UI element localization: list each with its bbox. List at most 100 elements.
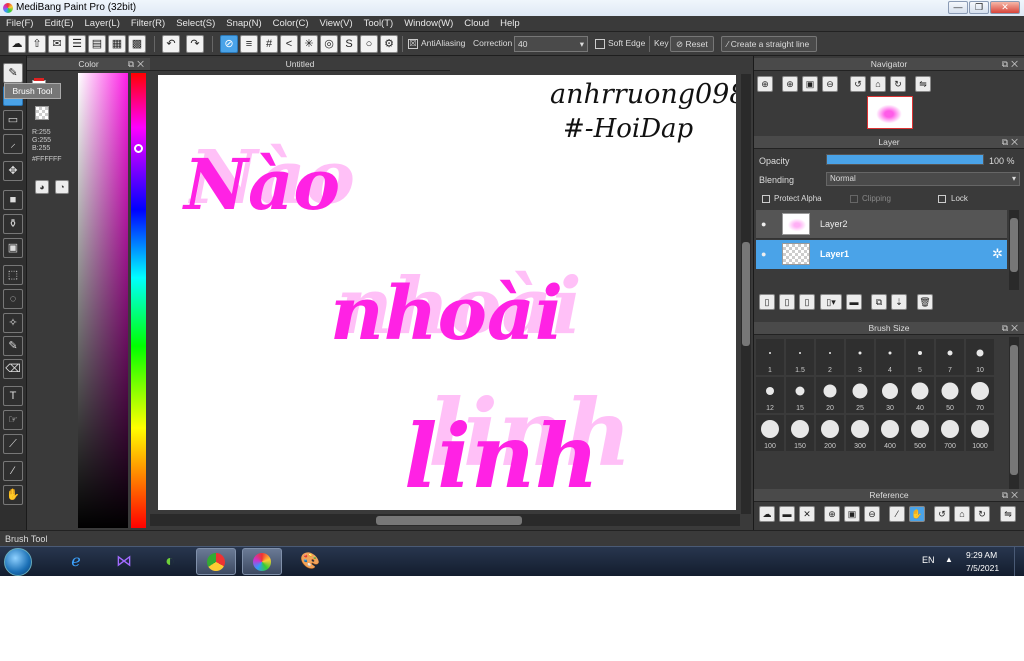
brush-size-cell[interactable]: 50: [935, 376, 965, 414]
menu-color[interactable]: Color(C): [267, 16, 314, 32]
snap-off-icon[interactable]: ⊘: [220, 35, 238, 53]
move-tool-icon[interactable]: ✥: [3, 161, 23, 181]
menu-select[interactable]: Select(S): [170, 16, 220, 32]
rect-fill-icon[interactable]: ■: [3, 190, 23, 210]
brush-size-cell[interactable]: 400: [875, 414, 905, 452]
brush-size-cell[interactable]: 20: [815, 376, 845, 414]
chrome-icon[interactable]: [196, 548, 236, 575]
bucket-icon[interactable]: ⚱: [3, 214, 23, 234]
menu-snap[interactable]: Snap(N): [220, 16, 266, 32]
select-eraser-icon[interactable]: ⌫: [3, 359, 23, 379]
reference-eyedropper-icon[interactable]: ⁄: [889, 506, 905, 522]
rotate-right-icon[interactable]: ↻: [890, 76, 906, 92]
eye-icon[interactable]: ●: [761, 219, 766, 229]
panel-close-icon[interactable]: ⧉✕: [1002, 489, 1021, 502]
reference-cloud-icon[interactable]: ☁: [759, 506, 775, 522]
share-icon[interactable]: ⇧: [28, 35, 46, 53]
grid-icon[interactable]: ▩: [128, 35, 146, 53]
opacity-slider[interactable]: [826, 154, 984, 165]
circle-snap-icon[interactable]: ◎: [320, 35, 338, 53]
horizontal-scrollbar[interactable]: [150, 514, 740, 526]
brush-size-cell[interactable]: 200: [815, 414, 845, 452]
brush-tool-icon[interactable]: ✎: [3, 63, 23, 83]
flip-icon[interactable]: ⇋: [915, 76, 931, 92]
minimize-button[interactable]: —: [948, 1, 968, 14]
visual-studio-icon[interactable]: ⋈: [104, 548, 144, 575]
document-tab[interactable]: Untitled: [150, 58, 450, 71]
menu-cloud[interactable]: Cloud: [458, 16, 494, 32]
magic-wand-icon[interactable]: ✧: [3, 313, 23, 333]
soft-edge-checkbox[interactable]: [595, 39, 605, 49]
menu-layer[interactable]: Layer(L): [79, 16, 125, 32]
coccoc-icon[interactable]: ◐: [150, 548, 190, 575]
brush-size-cell[interactable]: 15: [785, 376, 815, 414]
layer-scroll-thumb[interactable]: [1010, 218, 1018, 272]
vertical-scrollbar[interactable]: [741, 74, 751, 514]
rotate-left-icon[interactable]: ↺: [850, 76, 866, 92]
duplicate-layer-icon[interactable]: ⧉: [871, 294, 887, 310]
close-reference-icon[interactable]: ✕: [799, 506, 815, 522]
reset-view-icon[interactable]: ⌂: [870, 76, 886, 92]
hue-slider[interactable]: [131, 73, 146, 528]
show-desktop-button[interactable]: [1014, 547, 1024, 576]
hue-handle[interactable]: [134, 144, 143, 153]
brush-size-cell[interactable]: 10: [965, 338, 995, 376]
brush-size-cell[interactable]: 4: [875, 338, 905, 376]
menu-file[interactable]: File(F): [0, 16, 38, 32]
menu-window[interactable]: Window(W): [398, 16, 458, 32]
fit-icon[interactable]: ▣: [802, 76, 818, 92]
layer-scrollbar[interactable]: [1009, 210, 1019, 290]
background-color-swatch[interactable]: [35, 106, 49, 120]
select-rect-icon[interactable]: ⬚: [3, 265, 23, 285]
grid-list-icon[interactable]: ▦: [108, 35, 126, 53]
reference-reset-icon[interactable]: ⌂: [954, 506, 970, 522]
eraser-tool-icon[interactable]: ▭: [3, 110, 23, 130]
color-picker-icon[interactable]: ◔: [55, 180, 69, 194]
brush-size-cell[interactable]: 1000: [965, 414, 995, 452]
merge-down-icon[interactable]: ⇣: [891, 294, 907, 310]
panel-close-icon[interactable]: ⧉✕: [1002, 136, 1021, 149]
brush-size-cell[interactable]: 300: [845, 414, 875, 452]
menu-view[interactable]: View(V): [314, 16, 358, 32]
gear-icon[interactable]: ✲: [992, 246, 1003, 262]
comment-icon[interactable]: ✉: [48, 35, 66, 53]
brush-size-cell[interactable]: 7: [935, 338, 965, 376]
antialiasing-checkbox[interactable]: ☒: [408, 39, 418, 49]
zoom-in-icon[interactable]: ⊕: [782, 76, 798, 92]
language-indicator[interactable]: EN: [922, 555, 935, 565]
blending-select[interactable]: Normal ▾: [826, 172, 1020, 186]
new-layer-icon[interactable]: ▯: [759, 294, 775, 310]
palette-icon[interactable]: ◕: [35, 180, 49, 194]
vertical-scroll-thumb[interactable]: [742, 242, 750, 346]
horizontal-scroll-thumb[interactable]: [376, 516, 522, 525]
parallel-snap-icon[interactable]: ≡: [240, 35, 258, 53]
reference-hand-icon[interactable]: ✋: [909, 506, 925, 522]
brush-size-cell[interactable]: 30: [875, 376, 905, 414]
brush-size-cell[interactable]: 2: [815, 338, 845, 376]
reference-rotate-left-icon[interactable]: ↺: [934, 506, 950, 522]
lock-checkbox[interactable]: [938, 195, 946, 203]
panel-close-icon[interactable]: ⧉✕: [128, 58, 147, 71]
start-button[interactable]: [4, 548, 32, 576]
reset-button[interactable]: ⊘ Reset: [670, 36, 714, 52]
select-pen-icon[interactable]: ✎: [3, 336, 23, 356]
ellipse-snap-icon[interactable]: ○: [360, 35, 378, 53]
folder-icon[interactable]: ▬: [846, 294, 862, 310]
redo-icon[interactable]: ↷: [186, 35, 204, 53]
brush-size-cell[interactable]: 100: [755, 414, 785, 452]
zoom-out-icon[interactable]: ⊖: [822, 76, 838, 92]
saturation-value-field[interactable]: [78, 73, 128, 528]
brush-size-cell[interactable]: 1: [755, 338, 785, 376]
menu-help[interactable]: Help: [494, 16, 525, 32]
reference-rotate-right-icon[interactable]: ↻: [974, 506, 990, 522]
layer-row[interactable]: ● Layer2: [756, 210, 1007, 239]
layer-row-selected[interactable]: ● Layer1 ✲: [756, 240, 1007, 269]
chat-icon[interactable]: ☰: [68, 35, 86, 53]
open-folder-icon[interactable]: ▬: [779, 506, 795, 522]
cloud-icon[interactable]: ☁: [8, 35, 26, 53]
new-halftone-layer-icon[interactable]: ▯: [799, 294, 815, 310]
add-layer-menu-icon[interactable]: ▯▾: [820, 294, 842, 310]
brush-size-cell[interactable]: 1.5: [785, 338, 815, 376]
operation-tool-icon[interactable]: ☞: [3, 410, 23, 430]
snap-settings-icon[interactable]: ⚙: [380, 35, 398, 53]
